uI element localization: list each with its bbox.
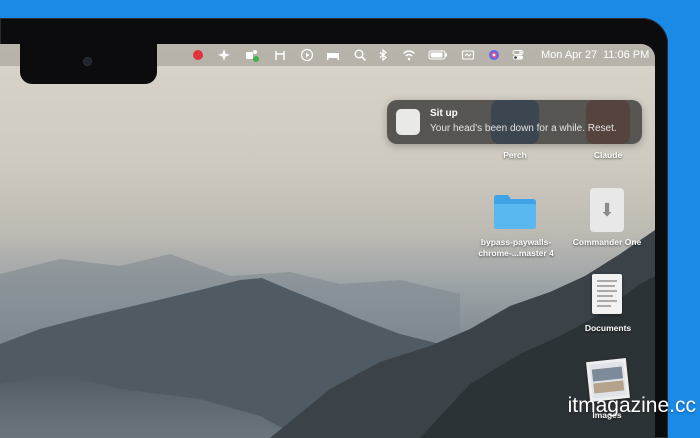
bed-icon[interactable] — [326, 48, 340, 62]
sparkle-icon[interactable] — [217, 48, 231, 62]
notification-body: Your head's been down for a while. Reset… — [430, 123, 617, 134]
menubar-date[interactable]: Mon Apr 27 — [541, 48, 597, 62]
display-icon[interactable] — [461, 48, 475, 62]
folder-icon — [494, 195, 536, 229]
document-icon — [592, 274, 622, 314]
battery-icon[interactable] — [428, 48, 448, 62]
desktop-item-label-line2: chrome-...master 4 — [478, 248, 554, 258]
wifi-icon[interactable] — [402, 48, 416, 62]
airdrop-icon[interactable] — [273, 48, 287, 62]
siri-icon[interactable] — [487, 48, 501, 62]
search-icon[interactable] — [353, 48, 367, 62]
control-center-icon[interactable] — [511, 48, 525, 62]
notification-banner[interactable]: Sit up Your head's been down for a while… — [387, 100, 642, 144]
desktop-item-label-line1: bypass-paywalls- — [480, 237, 552, 247]
camera-icon — [84, 58, 91, 65]
desktop-item-label: Documents — [584, 323, 632, 333]
app-icon — [396, 109, 420, 135]
desktop-item-label: Perch — [503, 150, 527, 160]
camera-notch — [20, 36, 157, 84]
watermark: itmagazine.cc — [567, 394, 696, 417]
download-icon: ⬇ — [590, 188, 624, 232]
menubar-time[interactable]: 11:06 PM — [603, 48, 649, 62]
play-icon[interactable] — [300, 48, 314, 62]
teams-icon[interactable] — [245, 48, 259, 62]
desktop-item-label: Claude — [593, 150, 623, 160]
desktop-item-label: Commander One — [572, 237, 642, 247]
notification-title: Sit up — [430, 108, 458, 119]
screen: Mon Apr 27 11:06 PM Perch Claude Sit up … — [0, 44, 655, 438]
bluetooth-icon[interactable] — [376, 48, 390, 62]
laptop-frame: Mon Apr 27 11:06 PM Perch Claude Sit up … — [0, 18, 668, 438]
record-icon[interactable] — [191, 48, 205, 62]
